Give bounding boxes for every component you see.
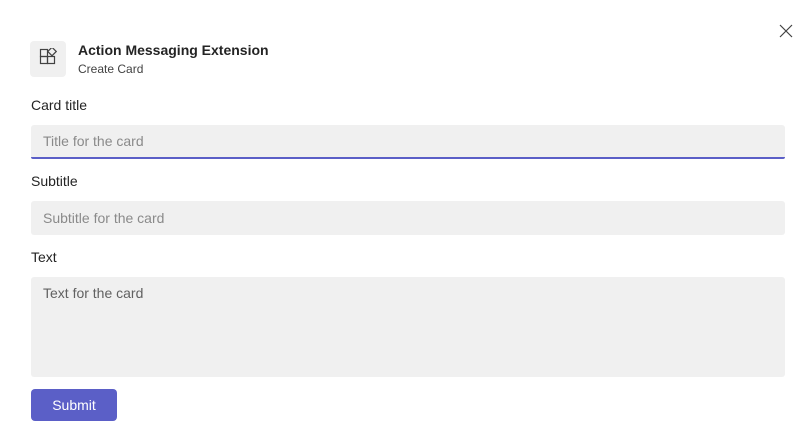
apps-add-icon: [39, 45, 58, 71]
card-title-label: Card title: [31, 97, 88, 113]
text-label: Text: [31, 249, 57, 265]
dialog-header: Action Messaging Extension Create Card: [30, 41, 269, 77]
submit-button[interactable]: Submit: [31, 389, 117, 421]
close-button[interactable]: [776, 23, 796, 43]
app-title: Action Messaging Extension: [78, 41, 269, 58]
text-textarea[interactable]: [31, 277, 785, 377]
create-card-dialog: Action Messaging Extension Create Card C…: [0, 0, 801, 430]
close-icon: [779, 24, 793, 43]
card-title-input[interactable]: [31, 125, 785, 159]
app-subtitle: Create Card: [78, 61, 144, 76]
subtitle-label: Subtitle: [31, 173, 78, 189]
subtitle-input[interactable]: [31, 201, 785, 235]
app-icon: [30, 41, 66, 77]
